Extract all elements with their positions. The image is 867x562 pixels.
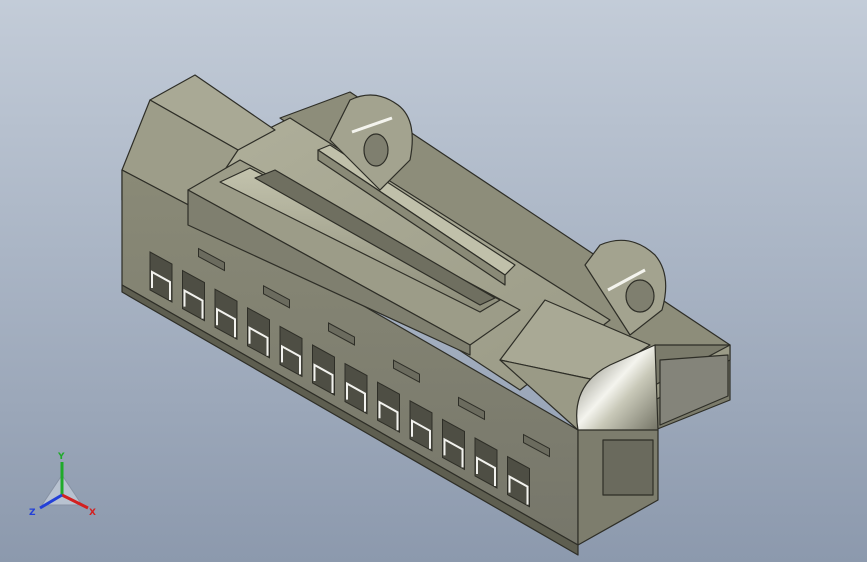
z-axis-label: Z <box>29 508 36 518</box>
axis-triad[interactable]: Y X Z <box>29 452 96 518</box>
3d-viewport[interactable]: Y X Z <box>0 0 867 562</box>
y-axis-label: Y <box>57 452 65 462</box>
x-axis-label: X <box>89 508 96 518</box>
connector-model-canvas[interactable]: Y X Z <box>0 0 867 562</box>
